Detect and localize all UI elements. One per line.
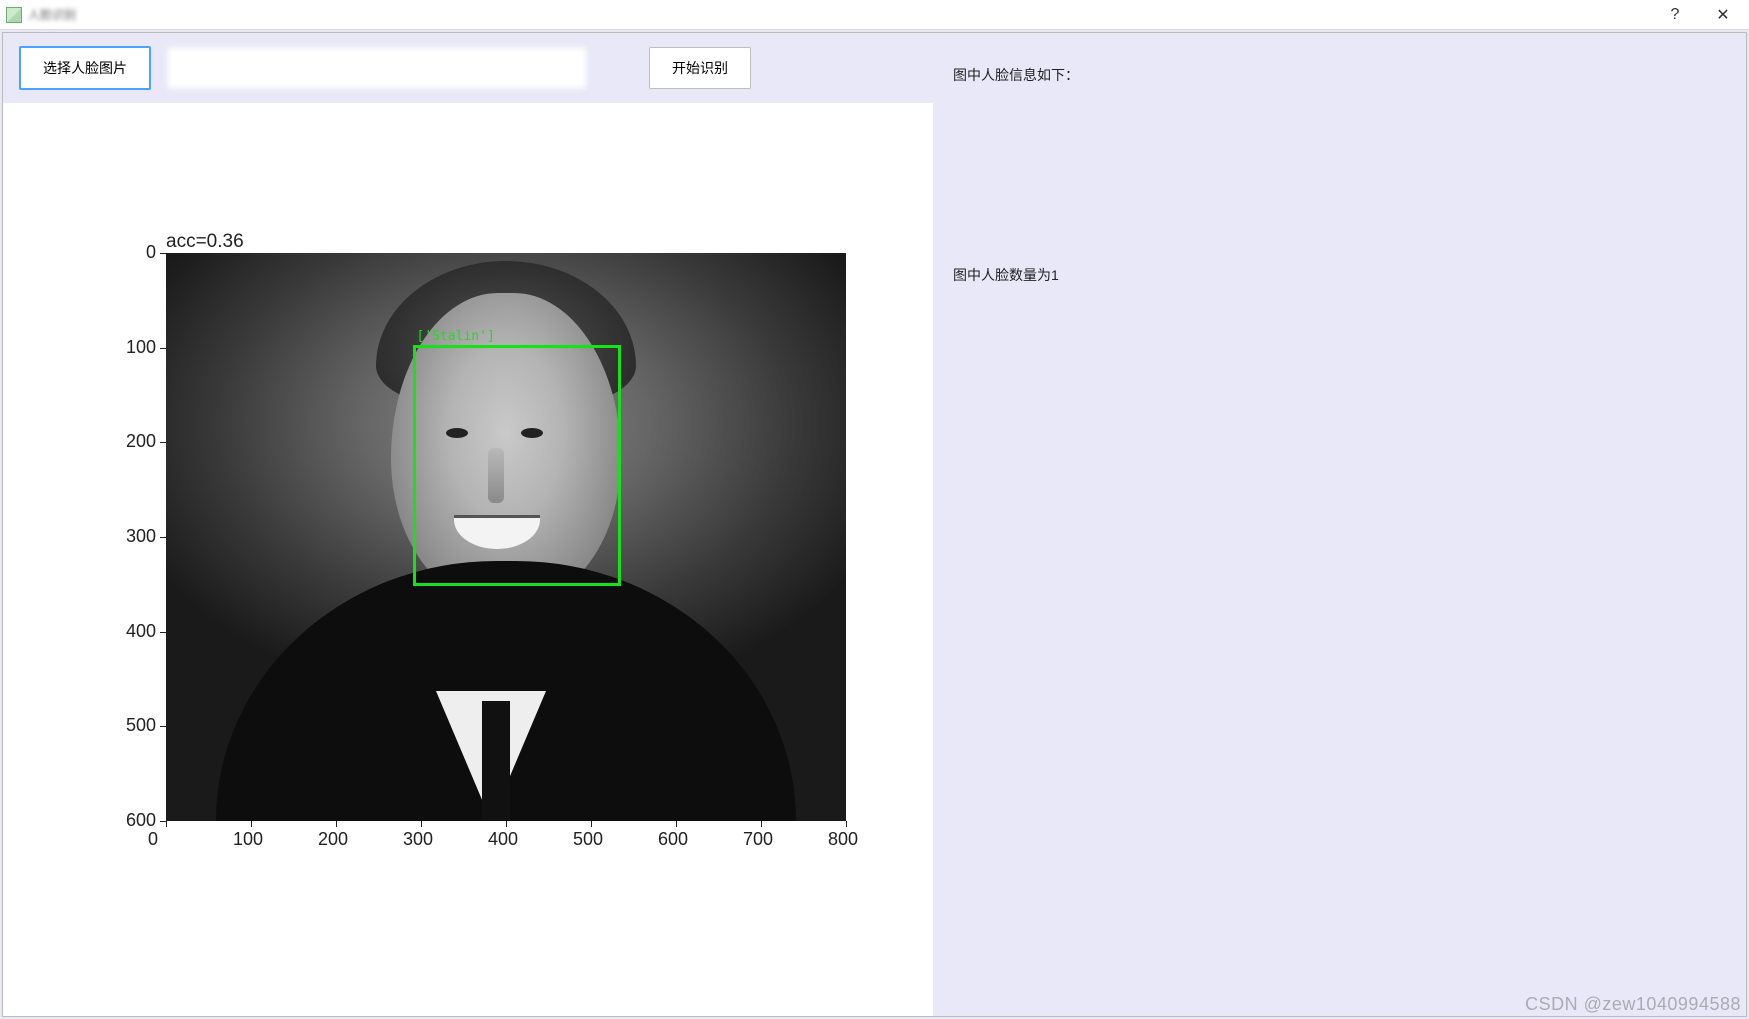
- close-icon[interactable]: ✕: [1713, 5, 1733, 25]
- x-tick-label: 100: [233, 829, 263, 850]
- face-info-header: 图中人脸信息如下：: [953, 65, 1726, 265]
- face-bounding-box: [413, 345, 621, 586]
- left-pane: 选择人脸图片 开始识别 acc=0.36 0 100 200 300 400 500 600…: [3, 33, 933, 1016]
- x-tick-label: 300: [403, 829, 433, 850]
- app-icon: [6, 7, 22, 23]
- x-tick-label: 0: [148, 829, 158, 850]
- window-title: 人脸识别: [28, 6, 76, 23]
- titlebar: 人脸识别 ? ✕: [0, 0, 1749, 30]
- x-tick-label: 700: [743, 829, 773, 850]
- y-tick-label: 200: [96, 431, 156, 452]
- axes-area: ['Stalin']: [166, 253, 846, 821]
- x-tick-label: 600: [658, 829, 688, 850]
- right-pane: 图中人脸信息如下： 图中人脸数量为1: [933, 33, 1746, 1016]
- help-icon[interactable]: ?: [1665, 5, 1685, 25]
- recognize-button[interactable]: 开始识别: [649, 47, 751, 89]
- main-window: 选择人脸图片 开始识别 acc=0.36 0 100 200 300 400 500 600…: [2, 32, 1747, 1017]
- x-tick-label: 200: [318, 829, 348, 850]
- y-tick-label: 600: [96, 810, 156, 831]
- x-tick-label: 500: [573, 829, 603, 850]
- toolbar: 选择人脸图片 开始识别: [3, 33, 933, 103]
- x-tick-label: 800: [828, 829, 858, 850]
- y-tick-label: 300: [96, 526, 156, 547]
- y-tick-label: 0: [96, 242, 156, 263]
- image-path-field[interactable]: [167, 47, 587, 89]
- x-tick-label: 400: [488, 829, 518, 850]
- plot-canvas: acc=0.36 0 100 200 300 400 500 600 0 100 200 300 4…: [3, 103, 933, 1016]
- watermark: CSDN @zew1040994588: [1525, 994, 1741, 1015]
- y-tick-label: 500: [96, 715, 156, 736]
- plot-title: acc=0.36: [166, 231, 244, 253]
- select-image-button[interactable]: 选择人脸图片: [19, 46, 151, 90]
- face-box-label: ['Stalin']: [417, 329, 495, 344]
- y-tick-label: 400: [96, 621, 156, 642]
- y-tick-label: 100: [96, 337, 156, 358]
- face-count-text: 图中人脸数量为1: [953, 265, 1726, 285]
